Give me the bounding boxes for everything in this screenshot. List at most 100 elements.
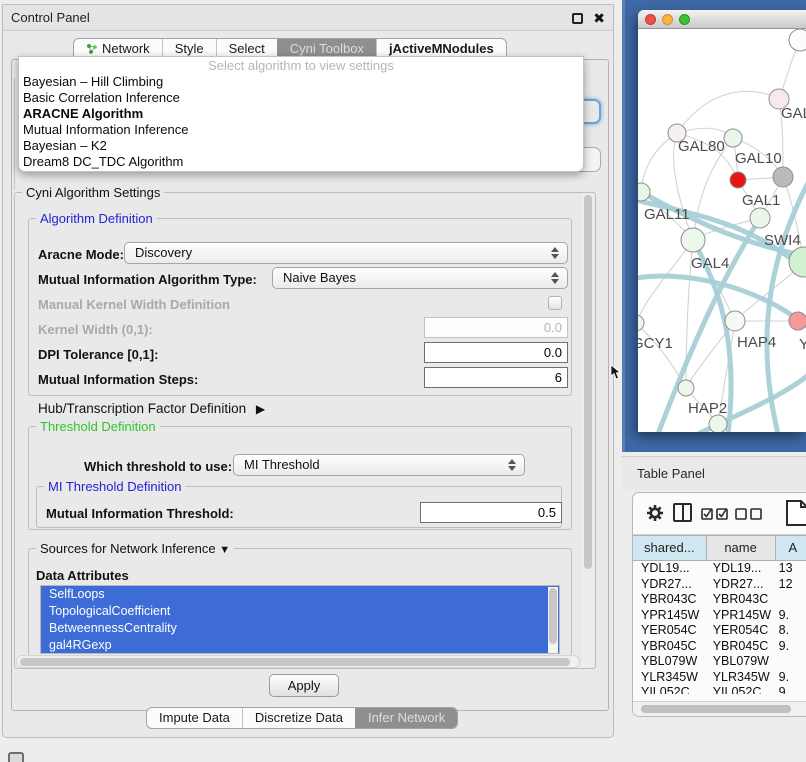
table-row[interactable]: YDL19...YDL19...13 xyxy=(633,561,806,577)
network-node-gcy1[interactable] xyxy=(638,315,644,331)
table-panel-card: shared...nameA YDL19...YDL19...13YDR27..… xyxy=(632,492,806,717)
table-cell: YLR345W xyxy=(633,670,707,686)
network-node-swi4[interactable] xyxy=(750,208,770,228)
bottom-tab-infer-network[interactable]: Infer Network xyxy=(355,708,457,728)
network-node-hap4[interactable] xyxy=(725,311,745,331)
apply-button[interactable]: Apply xyxy=(269,674,339,697)
mi-steps-field[interactable] xyxy=(424,367,568,388)
algorithm-dropdown-popup: Select algorithm to view settings Bayesi… xyxy=(18,56,584,172)
float-window-icon[interactable] xyxy=(572,13,583,24)
table-horizontal-scrollbar[interactable] xyxy=(633,701,806,716)
table-panel-header: Table Panel xyxy=(622,456,806,490)
network-canvas[interactable]: GALGAL80GAL10GAL1SWI4GAL11GAL4GCY1HAP4YH… xyxy=(638,29,806,432)
mi-steps-label: Mutual Information Steps: xyxy=(38,372,198,388)
table-cell: YIL052C xyxy=(633,685,707,694)
collapsed-arrow-icon: ▶ xyxy=(256,402,265,416)
table-column-header[interactable]: name xyxy=(707,535,776,561)
network-node-hap2[interactable] xyxy=(678,380,694,396)
table-cell: 13 xyxy=(776,561,806,577)
node-label: GCY1 xyxy=(638,335,673,352)
table-column-header[interactable]: A xyxy=(776,535,806,561)
manual-kernel-width-label: Manual Kernel Width Definition xyxy=(38,297,230,313)
dpi-tolerance-label: DPI Tolerance [0,1]: xyxy=(38,347,158,363)
data-attribute-item[interactable]: TopologicalCoefficient xyxy=(41,603,559,620)
table-cell xyxy=(776,592,806,608)
node-label: HAP2 xyxy=(688,400,727,417)
zoom-traffic-light-icon[interactable] xyxy=(679,14,690,25)
algorithm-option[interactable]: Basic Correlation Inference xyxy=(19,90,583,106)
table-cell: 12 xyxy=(776,577,806,593)
columns-icon[interactable] xyxy=(673,503,692,522)
aracne-mode-label: Aracne Mode: xyxy=(38,247,124,263)
network-edge[interactable] xyxy=(638,240,693,323)
table-cell: YPR145W xyxy=(633,608,707,624)
network-window-titlebar[interactable] xyxy=(638,10,806,29)
network-node[interactable] xyxy=(709,415,727,432)
aracne-mode-combo[interactable]: Discovery xyxy=(124,242,568,264)
algorithm-option[interactable]: Bayesian – K2 xyxy=(19,138,583,154)
network-node-gal1[interactable] xyxy=(730,172,746,188)
node-label: GAL xyxy=(781,105,806,122)
mi-threshold-field[interactable] xyxy=(420,502,562,523)
close-icon[interactable]: ✖ xyxy=(593,9,605,27)
bottom-tab-impute-data[interactable]: Impute Data xyxy=(147,708,242,728)
list-vertical-scrollbar[interactable] xyxy=(548,587,558,654)
table-cell: YBR045C xyxy=(633,639,707,655)
kernel-width-field[interactable] xyxy=(424,317,568,338)
table-cell: 9. xyxy=(776,639,806,655)
network-edge[interactable] xyxy=(641,133,677,192)
algorithm-option[interactable]: Dream8 DC_TDC Algorithm xyxy=(19,154,583,170)
algorithm-option[interactable]: ARACNE Algorithm xyxy=(19,106,583,122)
close-traffic-light-icon[interactable] xyxy=(645,14,656,25)
table-row[interactable]: YBR043CYBR043C xyxy=(633,592,806,608)
cyni-settings-group-title: Cyni Algorithm Settings xyxy=(22,186,164,199)
hub-definition-toggle[interactable]: Hub/Transcription Factor Definition ▶ xyxy=(38,401,265,417)
mi-algorithm-type-combo[interactable]: Naive Bayes xyxy=(272,267,568,289)
node-label: SWI4 xyxy=(764,232,801,249)
data-attribute-item[interactable]: BetweennessCentrality xyxy=(41,620,559,637)
table-cell: 8. xyxy=(776,623,806,639)
table-cell: YDR27... xyxy=(633,577,707,593)
table-column-header[interactable]: shared... xyxy=(633,535,707,561)
data-attribute-item[interactable]: SelfLoops xyxy=(41,586,559,603)
network-node[interactable] xyxy=(789,29,806,51)
network-node-y[interactable] xyxy=(789,312,806,330)
table-row[interactable]: YBL079WYBL079W xyxy=(633,654,806,670)
network-node-gal4[interactable] xyxy=(681,228,705,252)
algorithm-option[interactable]: Mutual Information Inference xyxy=(19,122,583,138)
aracne-mode-value: Discovery xyxy=(135,243,192,263)
table-cell xyxy=(776,654,806,670)
which-threshold-combo[interactable]: MI Threshold xyxy=(233,454,525,476)
export-table-icon[interactable] xyxy=(785,499,806,527)
table-row[interactable]: YPR145WYPR145W9. xyxy=(633,608,806,624)
node-label: HAP4 xyxy=(737,334,776,351)
network-edge[interactable] xyxy=(677,91,779,133)
table-cell: 9. xyxy=(776,670,806,686)
minimize-traffic-light-icon[interactable] xyxy=(662,14,673,25)
table-row[interactable]: YDR27...YDR27...12 xyxy=(633,577,806,593)
table-row[interactable]: YIL052CYIL052C9 xyxy=(633,685,806,694)
gear-icon[interactable] xyxy=(645,503,665,523)
select-all-columns-icon[interactable] xyxy=(701,507,729,520)
settings-vertical-scrollbar[interactable] xyxy=(582,193,594,667)
unselect-all-columns-icon[interactable] xyxy=(735,507,763,520)
data-attribute-item[interactable]: gal4RGexp xyxy=(41,637,559,654)
algorithm-option[interactable]: Bayesian – Hill Climbing xyxy=(19,74,583,90)
control-panel-title: Control Panel xyxy=(11,5,90,31)
clipped-grid-icon[interactable] xyxy=(8,752,24,762)
dpi-tolerance-field[interactable] xyxy=(424,342,568,363)
table-row[interactable]: YLR345WYLR345W9. xyxy=(633,670,806,686)
table-row[interactable]: YER054CYER054C8. xyxy=(633,623,806,639)
sources-group-title[interactable]: Sources for Network Inference ▼ xyxy=(36,542,234,557)
table-row[interactable]: YBR045CYBR045C9. xyxy=(633,639,806,655)
table-cell: YDL19... xyxy=(633,561,707,577)
network-node[interactable] xyxy=(773,167,793,187)
node-label: GAL1 xyxy=(742,192,780,209)
bottom-tab-discretize-data[interactable]: Discretize Data xyxy=(242,708,355,728)
table-cell: YBL079W xyxy=(707,654,776,670)
table-cell: 9. xyxy=(776,608,806,624)
manual-kernel-width-checkbox[interactable] xyxy=(548,296,562,310)
network-node-gal10[interactable] xyxy=(724,129,742,147)
desktop-edge-highlight xyxy=(622,0,625,452)
settings-horizontal-scrollbar[interactable] xyxy=(16,655,580,668)
